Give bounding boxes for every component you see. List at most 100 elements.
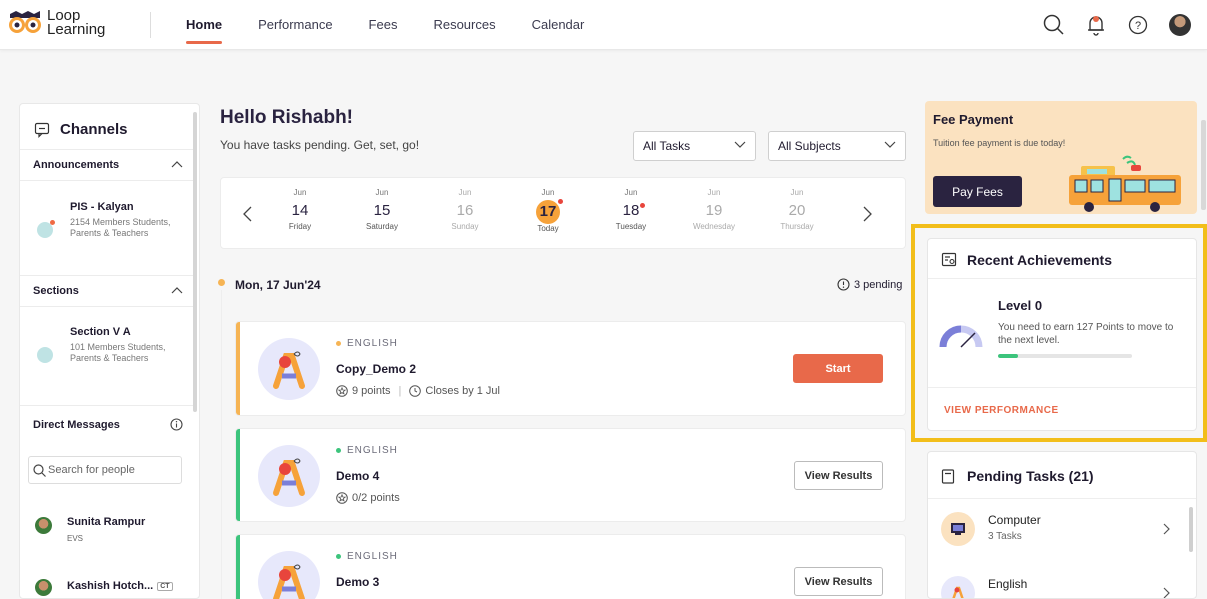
timeline-line [221, 290, 222, 599]
clipboard-icon [941, 469, 955, 484]
task-deadline: Closes by 1 Jul [425, 385, 500, 397]
people-search-box[interactable] [28, 456, 182, 484]
task-subject: ENGLISH [336, 445, 398, 456]
top-icons: ? [1025, 12, 1193, 38]
day-weekday: Wednesday [692, 222, 736, 231]
day-month: Jun [458, 188, 472, 197]
task-card[interactable]: ENGLISH Demo 3 View Results [235, 534, 906, 599]
divider [928, 498, 1196, 499]
subject-label: ENGLISH [347, 338, 398, 349]
people-search-input[interactable] [48, 464, 178, 476]
day-number: 16 [456, 202, 474, 219]
calendar-day-17-today[interactable]: Jun 17 Today [518, 188, 578, 233]
announcements-section[interactable]: Announcements [20, 149, 193, 181]
calendar-day-14[interactable]: Jun 14 Friday [270, 188, 330, 231]
calendar-next-button[interactable] [857, 202, 877, 226]
task-illustration [258, 551, 320, 599]
star-badge-icon [336, 492, 348, 504]
task-subject: ENGLISH [336, 551, 398, 562]
announcements-label: Announcements [33, 159, 120, 171]
tasks-filter-dropdown[interactable]: All Tasks [633, 131, 756, 161]
pay-fees-button[interactable]: Pay Fees [933, 176, 1022, 207]
meta-separator: | [398, 385, 402, 397]
calendar-day-20[interactable]: Jun 20 Thursday [767, 188, 827, 231]
certificate-icon [941, 252, 957, 267]
pending-tasks-title: Pending Tasks (21) [967, 468, 1094, 484]
pending-tasks-card: Pending Tasks (21) Computer 3 Tasks Engl… [927, 451, 1197, 599]
task-title: Demo 4 [336, 469, 380, 483]
channel-avatar [37, 347, 53, 363]
divider [928, 387, 1196, 388]
nav-calendar[interactable]: Calendar [532, 0, 585, 50]
computer-subject-icon [941, 512, 975, 546]
subjects-filter-dropdown[interactable]: All Subjects [768, 131, 906, 161]
pending-label: 3 pending [854, 278, 903, 291]
nav-performance[interactable]: Performance [258, 0, 332, 50]
page-scrollbar[interactable] [1201, 120, 1206, 210]
nav-home[interactable]: Home [186, 0, 223, 50]
profile-avatar[interactable] [1167, 12, 1193, 38]
task-indicator-dot [558, 199, 563, 204]
start-task-button[interactable]: Start [793, 354, 883, 383]
channel-title: PIS - Kalyan [70, 201, 134, 213]
english-subject-icon [273, 458, 305, 496]
achievements-title: Recent Achievements [967, 252, 1112, 268]
day-number: 15 [373, 202, 391, 219]
chevron-down-icon [734, 141, 746, 148]
english-subject-icon [941, 576, 975, 598]
search-icon [33, 463, 46, 477]
class-teacher-badge: CT [157, 581, 173, 591]
day-month: Jun [624, 188, 638, 197]
calendar-day-16[interactable]: Jun 16 Sunday [435, 188, 495, 231]
day-number: 19 [705, 202, 723, 219]
task-card[interactable]: ENGLISH Demo 4 0/2 points View Results [235, 428, 906, 522]
task-illustration [258, 445, 320, 507]
nav-resources[interactable]: Resources [433, 0, 495, 50]
sections-label: Sections [33, 285, 79, 297]
search-icon[interactable] [1041, 12, 1067, 38]
help-icon[interactable]: ? [1125, 12, 1151, 38]
view-results-button[interactable]: View Results [794, 461, 883, 490]
info-icon[interactable] [170, 418, 183, 431]
day-month: Jun [541, 188, 555, 197]
pending-scrollbar[interactable] [1189, 507, 1193, 552]
view-performance-link[interactable]: VIEW PERFORMANCE [944, 405, 1059, 416]
chevron-right-icon [1163, 587, 1170, 598]
calendar-day-19[interactable]: Jun 19 Wednesday [684, 188, 744, 231]
task-subject: ENGLISH [336, 338, 398, 349]
dropdown-value: All Tasks [643, 139, 691, 153]
task-meta: 0/2 points [336, 492, 400, 504]
app-logo[interactable]: Loop Learning [6, 8, 105, 37]
day-number: 14 [291, 202, 309, 219]
calendar-prev-button[interactable] [237, 202, 257, 226]
chevron-down-icon [884, 141, 896, 148]
task-title: Demo 3 [336, 575, 380, 589]
owl-logo-icon [9, 11, 41, 33]
calendar-day-15[interactable]: Jun 15 Saturday [352, 188, 412, 231]
task-illustration [258, 338, 320, 400]
chevron-up-icon [171, 161, 183, 168]
divider [928, 278, 1196, 279]
subject-task-count: 3 Tasks [988, 531, 1022, 542]
chat-icon [34, 122, 50, 138]
pending-subject-english[interactable]: English [928, 567, 1183, 598]
level-title: Level 0 [998, 298, 1043, 313]
subject-name: English [988, 577, 1028, 591]
task-card[interactable]: ENGLISH Copy_Demo 2 9 points | Closes by… [235, 321, 906, 416]
channels-sidebar: Channels Announcements PIS - Kalyan 2154… [19, 103, 200, 599]
english-subject-icon [273, 564, 305, 599]
sections-section[interactable]: Sections [20, 275, 193, 307]
day-weekday: Today [537, 224, 559, 233]
level-description: You need to earn 127 Points to move to t… [998, 322, 1174, 346]
avatar [35, 579, 52, 596]
greeting-subtitle: You have tasks pending. Get, set, go! [220, 138, 420, 152]
day-weekday: Sunday [451, 222, 479, 231]
calendar-day-18[interactable]: Jun 18 Tuesday [601, 188, 661, 231]
day-weekday: Thursday [780, 222, 814, 231]
bell-icon[interactable] [1083, 12, 1109, 38]
timeline-dot [218, 279, 225, 286]
nav-fees[interactable]: Fees [369, 0, 398, 50]
pending-subject-computer[interactable]: Computer 3 Tasks [928, 503, 1183, 559]
sidebar-scrollbar[interactable] [193, 112, 197, 412]
view-results-button[interactable]: View Results [794, 567, 883, 596]
